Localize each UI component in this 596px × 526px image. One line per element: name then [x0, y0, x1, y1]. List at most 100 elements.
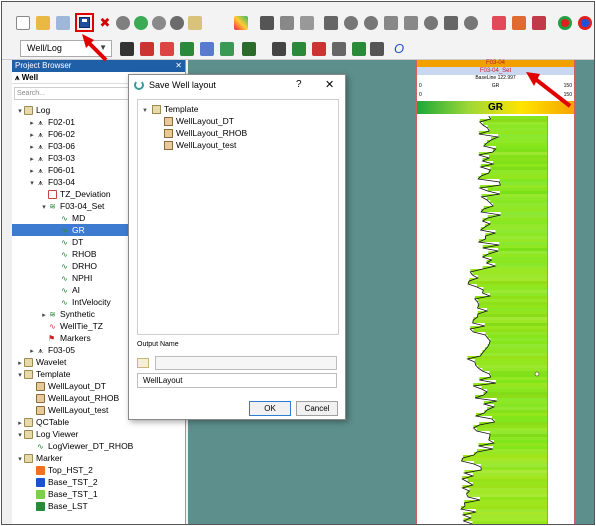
gr-fill-slice [487, 407, 547, 410]
gr-fill-slice [496, 398, 547, 401]
well-icon: ⩚ [38, 154, 43, 164]
copy-icon[interactable] [56, 16, 70, 30]
gr-fill-slice [475, 362, 547, 365]
gr-fill-slice [493, 404, 547, 407]
tree-item-base-tst-2[interactable]: Base_TST_2 [12, 476, 184, 488]
log-filter-icon[interactable] [242, 42, 256, 56]
gr-fill-slice [477, 305, 547, 308]
gr-fill-slice [488, 170, 547, 173]
track-gridline [547, 116, 548, 524]
gr-fill-slice [499, 242, 547, 245]
flag-icon[interactable] [444, 16, 458, 30]
output-name-input[interactable]: WellLayout [137, 373, 337, 388]
gr-fill-slice [472, 272, 547, 275]
gr-fill-slice [485, 236, 547, 239]
tree-item-log-viewer[interactable]: ▾ Log Viewer [12, 428, 184, 440]
warning-icon[interactable] [324, 16, 338, 30]
tie3-icon[interactable] [532, 16, 546, 30]
well-edit-icon[interactable] [140, 42, 154, 56]
main-toolbar: ✖ [2, 2, 594, 38]
tree-item-top-hst-2[interactable]: Top_HST_2 [12, 464, 184, 476]
chevron-down-icon: ▼ [142, 108, 148, 114]
gr-fill-slice [487, 188, 547, 191]
log-depth-icon[interactable] [272, 42, 286, 56]
gr-fill-slice [493, 440, 547, 443]
palette-icon[interactable] [234, 16, 248, 30]
template-item[interactable]: WellLayout_DT [164, 115, 234, 127]
marker-edit-icon[interactable] [332, 42, 346, 56]
gr-fill-slice [484, 410, 547, 413]
tree-item-base-lst[interactable]: Base_LST [12, 500, 184, 512]
tree-item-logviewer-dt-rhob[interactable]: ∿ LogViewer_DT_RHOB [12, 440, 184, 452]
well-add-icon[interactable] [120, 42, 134, 56]
well-delete-icon[interactable] [160, 42, 174, 56]
log-calc-icon[interactable] [220, 42, 234, 56]
template-item[interactable]: WellLayout_RHOB [164, 127, 247, 139]
delete-icon[interactable]: ✖ [98, 16, 112, 30]
template-item[interactable]: WellLayout_test [164, 139, 236, 151]
help-icon[interactable]: ? [296, 79, 302, 90]
gr-fill-slice [487, 344, 547, 347]
close-icon[interactable]: ✕ [175, 60, 182, 72]
flag-pair-icon[interactable] [370, 42, 384, 56]
log-merge-icon[interactable] [292, 42, 306, 56]
log-edit-icon[interactable] [200, 42, 214, 56]
deviation-icon [48, 190, 57, 200]
log-viewer-icon: ∿ [37, 442, 44, 452]
track-set-name: F03-04_Set [417, 67, 574, 75]
gr-fill-slice [490, 338, 547, 341]
markers-icon[interactable] [558, 16, 572, 30]
refresh-icon[interactable] [344, 16, 358, 30]
new-file-icon[interactable] [16, 16, 30, 30]
gr-fill-slice [482, 158, 547, 161]
log-track-panel[interactable]: F03-04 F03-04_Set BaseLine 122.997 0 GR … [416, 60, 575, 525]
open-project-icon[interactable] [36, 16, 50, 30]
edit-icon[interactable] [260, 16, 274, 30]
merge-icon[interactable] [404, 16, 418, 30]
gr-fill-slice [491, 137, 547, 140]
split-icon[interactable] [384, 16, 398, 30]
cancel-button[interactable]: Cancel [296, 401, 338, 416]
gr-fill-slice [482, 350, 547, 353]
gr-fill-slice [476, 284, 547, 287]
gauge-icon[interactable] [464, 16, 478, 30]
log-icon[interactable] [180, 42, 194, 56]
gr-fill-slice [483, 206, 547, 209]
database-gray-icon[interactable] [152, 16, 166, 30]
gr-fill-slice [477, 299, 547, 302]
output-path-field[interactable] [155, 356, 337, 370]
close-icon[interactable]: ✕ [325, 78, 334, 91]
output-path-row [137, 356, 337, 370]
calculator-icon[interactable] [300, 16, 314, 30]
template-folder-row[interactable]: ▼ Template [142, 103, 198, 115]
gr-log-curve-plot[interactable] [417, 116, 574, 525]
gear-icon[interactable] [424, 16, 438, 30]
folder-browse-icon[interactable] [137, 358, 149, 368]
tie-icon[interactable] [492, 16, 506, 30]
italic-o-icon[interactable]: O [394, 41, 404, 56]
log-icon: ∿ [61, 274, 68, 284]
fraction-icon[interactable] [280, 16, 294, 30]
loop-icon[interactable] [364, 16, 378, 30]
database-icon[interactable] [116, 16, 130, 30]
tree-item-base-tst-1[interactable]: Base_TST_1 [12, 488, 184, 500]
spreadsheet-icon[interactable] [188, 16, 202, 30]
gr-fill-slice [482, 290, 547, 293]
markers2-icon[interactable] [578, 16, 592, 30]
gr-fill-slice [494, 419, 547, 422]
gr-fill-slice [478, 302, 547, 305]
ok-button[interactable]: OK [249, 401, 291, 416]
database-green-icon[interactable] [134, 16, 148, 30]
gr-fill-slice [493, 161, 547, 164]
marker-add-icon[interactable] [312, 42, 326, 56]
template-icon [164, 141, 173, 151]
gr-fill-slice [466, 491, 547, 494]
tree-item-marker[interactable]: ▾ Marker [12, 452, 184, 464]
tie2-icon[interactable] [512, 16, 526, 30]
track-log-header[interactable]: GR [417, 101, 574, 114]
database-unit-icon[interactable] [170, 16, 184, 30]
well-log-selector[interactable]: Well/Log ▼ [20, 40, 112, 57]
flag-green-icon[interactable] [352, 42, 366, 56]
log-icon: ∿ [61, 238, 68, 248]
gr-fill-slice [478, 443, 547, 446]
